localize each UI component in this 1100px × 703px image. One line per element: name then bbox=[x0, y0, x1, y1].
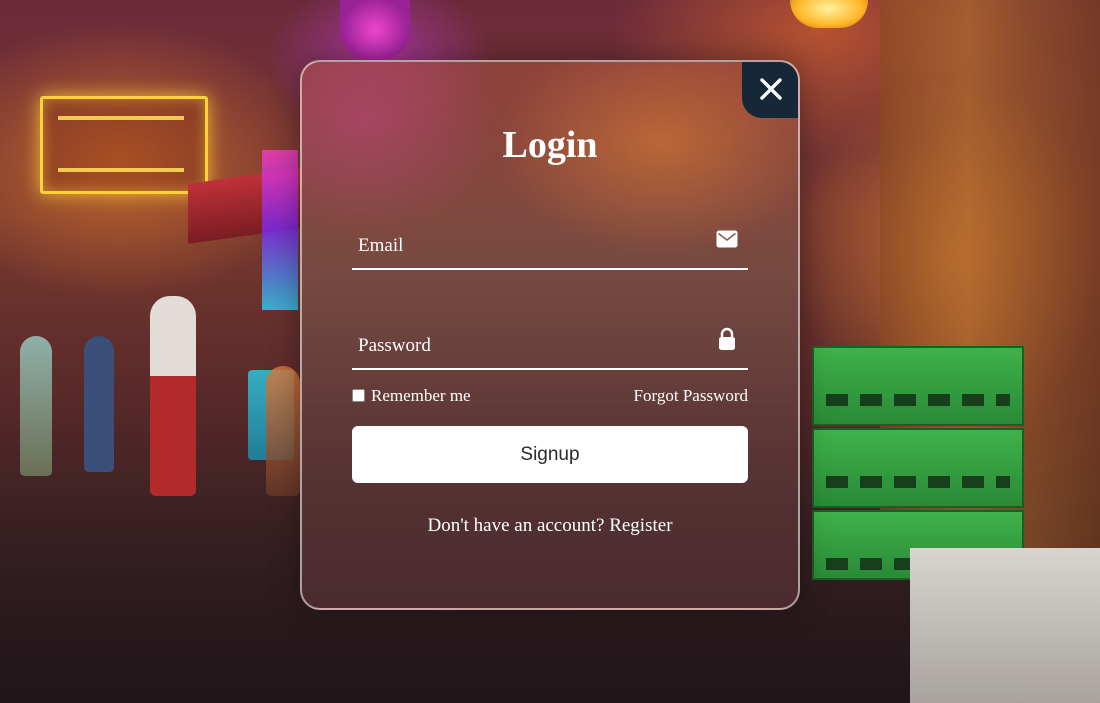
pink-neon-sign bbox=[340, 0, 410, 60]
password-field-group: Password bbox=[352, 324, 748, 370]
email-field-group: Email bbox=[352, 224, 748, 270]
remember-label: Remember me bbox=[371, 386, 471, 405]
signup-button[interactable]: Signup bbox=[352, 426, 748, 483]
robot-figure bbox=[266, 366, 300, 496]
white-box bbox=[910, 548, 1100, 703]
close-icon bbox=[760, 78, 782, 100]
lock-icon bbox=[714, 324, 740, 354]
robot-figure bbox=[84, 336, 114, 472]
remember-checkbox[interactable] bbox=[352, 388, 365, 402]
login-title: Login bbox=[502, 124, 598, 166]
login-card: Login Email Password Remember me Forgot … bbox=[300, 60, 800, 610]
robot-figure bbox=[150, 296, 196, 496]
register-prompt: Don't have an account? Register bbox=[302, 514, 798, 538]
green-crate bbox=[812, 428, 1024, 508]
green-crate bbox=[812, 346, 1024, 426]
login-options: Remember me Forgot Password bbox=[352, 384, 748, 408]
forgot-password-link[interactable]: Forgot Password bbox=[634, 384, 748, 408]
envelope-icon bbox=[714, 224, 740, 254]
register-prompt-text: Don't have an account? bbox=[427, 515, 605, 536]
neon-strip bbox=[262, 150, 298, 310]
password-input[interactable] bbox=[352, 324, 702, 368]
robot-figure bbox=[20, 336, 52, 476]
email-input[interactable] bbox=[352, 224, 702, 268]
remember-me[interactable]: Remember me bbox=[352, 384, 471, 408]
hanging-lantern bbox=[790, 0, 868, 28]
close-button[interactable] bbox=[742, 62, 798, 118]
register-link[interactable]: Register bbox=[609, 515, 672, 536]
neon-sign-detail bbox=[58, 116, 184, 172]
